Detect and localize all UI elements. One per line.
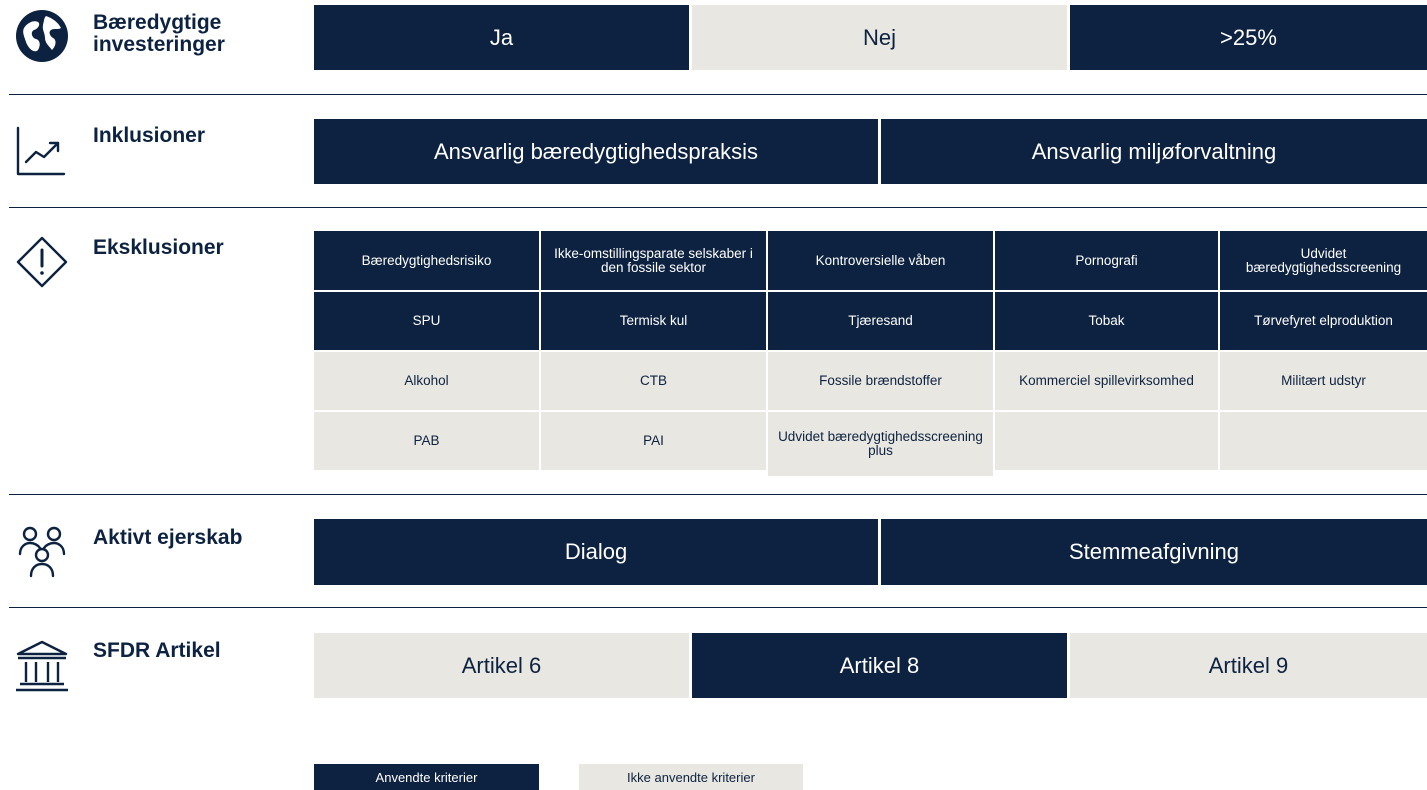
exclusion-pai: PAI — [541, 412, 766, 470]
exclusion-militaert-udstyr: Militært udstyr — [1220, 352, 1427, 410]
exclusion-pab: PAB — [314, 412, 539, 470]
section-label-sustainable: Bæredygtige investeringer — [93, 11, 225, 56]
section-divider — [9, 494, 1427, 495]
trend-chart-icon — [14, 124, 70, 180]
legend-not-applied: Ikke anvendte kriterier — [579, 764, 803, 790]
exclusion-alkohol: Alkohol — [314, 352, 539, 410]
section-divider — [9, 94, 1427, 95]
option-ansvarlig-miljoeforvaltning: Ansvarlig miljøforvaltning — [881, 119, 1427, 184]
exclusion-empty-cell — [995, 412, 1218, 470]
exclusion-tobak: Tobak — [995, 292, 1218, 350]
legend-applied: Anvendte kriterier — [314, 764, 539, 790]
option-artikel-6: Artikel 6 — [314, 633, 689, 698]
option-dialog: Dialog — [314, 519, 878, 585]
exclusion-udvidet-screening: Udvidet bæredygtighedsscreening — [1220, 231, 1427, 290]
exclusion-empty-cell — [1220, 412, 1427, 470]
exclusion-spu: SPU — [314, 292, 539, 350]
people-group-icon — [14, 522, 70, 578]
exclusion-kommerciel-spillevirksomhed: Kommerciel spillevirksomhed — [995, 352, 1218, 410]
exclusion-pornografi: Pornografi — [995, 231, 1218, 290]
section-label-sfdr: SFDR Artikel — [93, 639, 221, 662]
exclusion-ikke-omstillingsparate: Ikke-omstillingsparate selskaber i den f… — [541, 231, 766, 290]
section-divider — [9, 607, 1427, 608]
section-label-inclusions: Inklusioner — [93, 124, 206, 147]
exclusion-toervefyret-elproduktion: Tørvefyret elproduktion — [1220, 292, 1427, 350]
option-over-25: >25% — [1070, 5, 1427, 70]
exclusion-fossile-braendstoffer: Fossile brændstoffer — [768, 352, 993, 410]
section-label-ownership: Aktivt ejerskab — [93, 526, 243, 549]
exclusion-kontroversielle-vaaben: Kontroversielle våben — [768, 231, 993, 290]
exclusion-termisk-kul: Termisk kul — [541, 292, 766, 350]
option-artikel-8: Artikel 8 — [692, 633, 1067, 698]
option-ja: Ja — [314, 5, 689, 70]
bank-building-icon — [14, 638, 70, 694]
option-artikel-9: Artikel 9 — [1070, 633, 1427, 698]
option-ansvarlig-baeredygtighedspraksis: Ansvarlig bæredygtighedspraksis — [314, 119, 878, 184]
exclusion-ctb: CTB — [541, 352, 766, 410]
exclusion-baeredygtighedsrisiko: Bæredygtighedsrisiko — [314, 231, 539, 290]
section-divider — [9, 207, 1427, 208]
exclusion-tjaeresand: Tjæresand — [768, 292, 993, 350]
warning-diamond-icon — [14, 234, 70, 290]
option-stemmeafgivning: Stemmeafgivning — [881, 519, 1427, 585]
globe-icon — [14, 8, 70, 64]
section-label-exclusions: Eksklusioner — [93, 236, 224, 259]
option-nej: Nej — [692, 5, 1067, 70]
exclusion-udvidet-screening-plus: Udvidet bæredygtighedsscreening plus — [768, 412, 993, 476]
